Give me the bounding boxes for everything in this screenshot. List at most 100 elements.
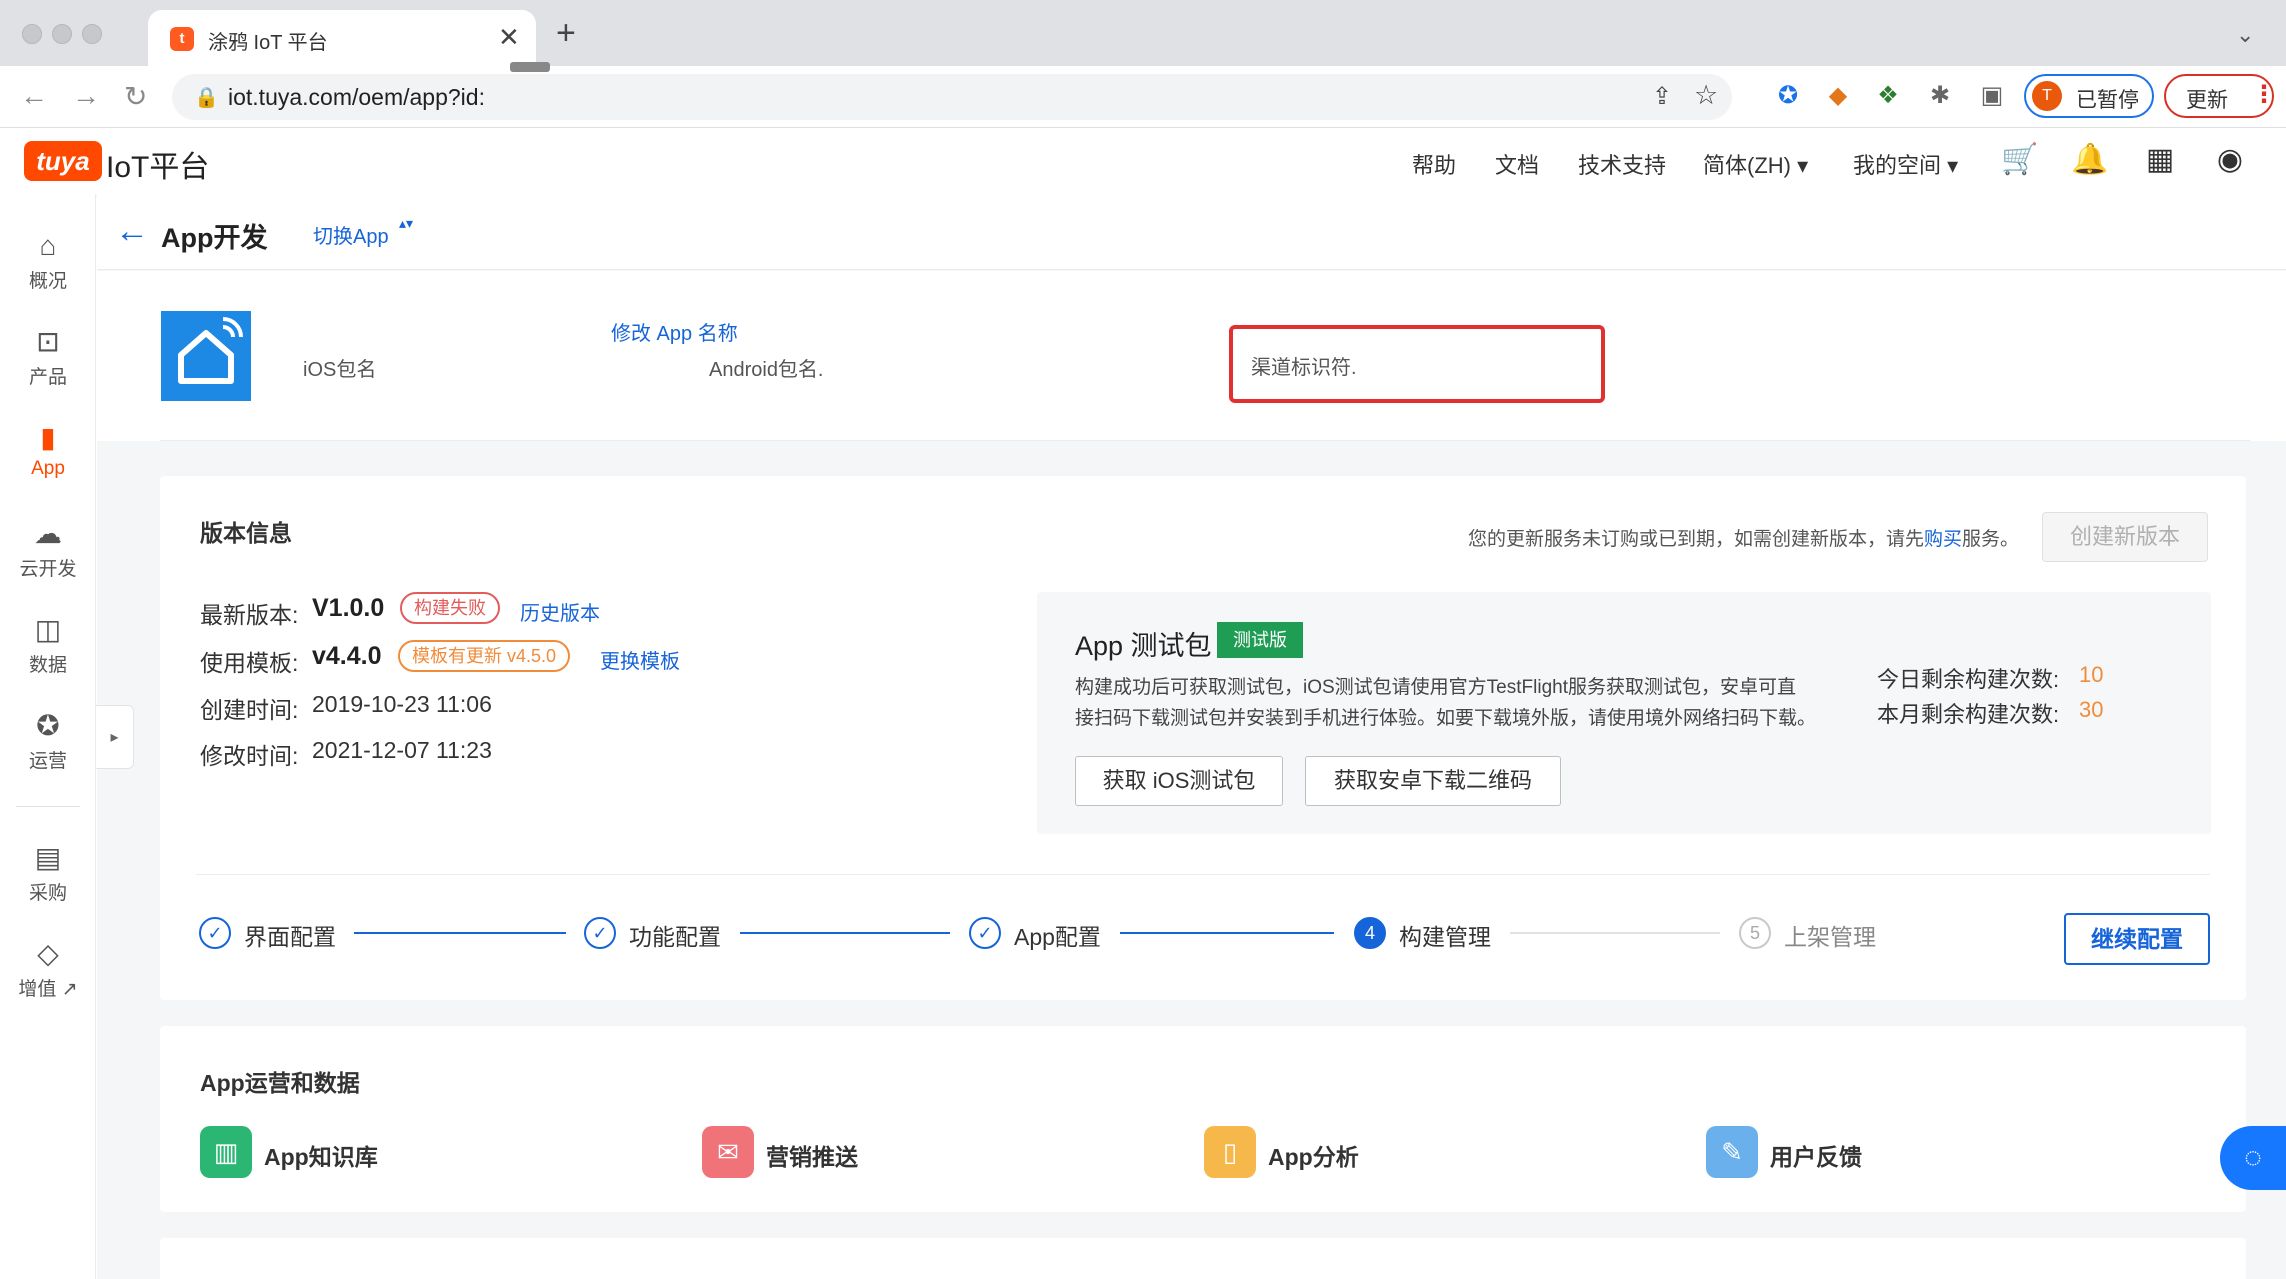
metamask-fox-icon[interactable]: ◆ [1822,80,1854,112]
browser-toolbar: ← → ↻ 🔒 iot.tuya.com/oem/app?id: ⇪ ☆ ✪ ◆… [0,66,2286,128]
tool-app-analytics[interactable]: ▯ App分析 [1204,1126,1484,1186]
create-version-button[interactable]: 创建新版本 [2042,512,2208,562]
operations-section-title: App运营和数据 [200,1070,360,1096]
page-title: App开发 [161,223,268,253]
template-label: 使用模板: [200,650,299,676]
browser-menu-icon[interactable]: ⋮ [2252,80,2276,109]
page-titlebar: ← App开发 切换App ▴▾ [97,194,2286,270]
side-panel-icon[interactable]: ▣ [1976,80,2008,112]
history-versions-link[interactable]: 历史版本 [520,597,600,626]
sidebar-item-cloud-dev[interactable]: ☁ 云开发 [0,516,96,606]
sidebar-item-label: 云开发 [19,559,77,580]
step-pending-number-icon[interactable]: 5 [1739,917,1771,949]
switch-app-button[interactable]: 切换App [313,220,389,249]
address-bar[interactable]: 🔒 iot.tuya.com/oem/app?id: ⇪ ☆ [172,74,1732,120]
sidebar-item-product[interactable]: ⊡ 产品 [0,324,96,414]
step-ui-config[interactable]: 界面配置 [244,918,336,952]
sidebar-expand-icon[interactable]: ▸ [96,705,134,769]
tab-close-icon[interactable]: ✕ [498,22,520,53]
step-connector [354,932,566,934]
apps-grid-icon[interactable]: ▦ [2140,140,2180,180]
window-zoom-dot[interactable] [82,24,102,44]
step-feature-config[interactable]: 功能配置 [629,918,721,952]
purchase-link[interactable]: 购买 [1924,529,1962,550]
nav-my-space-dropdown[interactable]: 我的空间 ▾ [1853,148,1958,180]
test-package-title: App 测试包 [1075,631,1212,661]
test-package-panel: App 测试包 测试版 构建成功后可获取测试包，iOS测试包请使用官方TestF… [1037,592,2211,834]
window-close-dot[interactable] [22,24,42,44]
nav-docs[interactable]: 文档 [1495,148,1539,180]
step-current-number-icon[interactable]: 4 [1354,917,1386,949]
chat-support-icon[interactable]: ◌ [2220,1126,2286,1190]
app-info-card: iOS包名 修改 App 名称 Android包名. 渠道标识符. [97,271,2286,441]
rename-app-link[interactable]: 修改 App 名称 [611,317,738,346]
browser-tab[interactable]: t 涂鸦 IoT 平台 ✕ [148,10,536,66]
monthly-builds-label: 本月剩余构建次数: [1877,702,2060,727]
sidebar-item-value-added[interactable]: ◇ 增值 ↗ [0,936,96,1026]
step-build-management[interactable]: 构建管理 [1399,918,1491,952]
book-icon: ▥ [200,1126,252,1178]
new-tab-icon[interactable]: + [556,16,576,50]
daily-builds-label: 今日剩余构建次数: [1877,667,2060,692]
url-text[interactable]: iot.tuya.com/oem/app?id: [228,84,485,111]
nav-help[interactable]: 帮助 [1412,148,1456,180]
tool-knowledge-base[interactable]: ▥ App知识库 [200,1126,480,1186]
extensions-puzzle-icon[interactable]: ✱ [1924,80,1956,112]
back-arrow-icon[interactable]: ← [115,212,149,251]
tool-marketing-push[interactable]: ✉ 营销推送 [702,1126,982,1186]
bookmark-star-icon[interactable]: ☆ [1694,80,1718,111]
store-icon: ▤ [34,842,62,873]
get-ios-test-package-button[interactable]: 获取 iOS测试包 [1075,756,1283,806]
sidebar-item-app[interactable]: ▮ App [0,420,96,510]
sidebar-item-label: App [31,458,65,479]
sidebar-item-label: 增值 ↗ [18,979,78,1000]
share-icon[interactable]: ⇪ [1652,82,1672,111]
sidebar-item-operations[interactable]: ✪ 运营 [0,708,96,798]
tab-search-chevron-icon[interactable]: ⌄ [2236,22,2254,48]
tuya-logo[interactable]: tuya [24,141,102,181]
extension-blue-icon[interactable]: ✪ [1772,80,1804,112]
user-icon[interactable]: ◉ [2210,140,2250,180]
update-label: 更新 [2186,89,2228,112]
step-connector [1120,932,1334,934]
step-done-check-icon[interactable]: ✓ [584,917,616,949]
test-version-badge: 测试版 [1217,622,1303,658]
bell-icon[interactable]: 🔔 [2070,140,2110,180]
tool-label: App分析 [1268,1144,1359,1170]
sidebar-item-overview[interactable]: ⌂ 概况 [0,228,96,318]
lock-icon[interactable]: 🔒 [194,85,219,110]
modified-time-label: 修改时间: [200,743,299,769]
sidebar-item-label: 采购 [28,883,67,904]
window-minimize-dot[interactable] [52,24,72,44]
profile-paused-button[interactable]: T 已暂停 [2024,74,2154,118]
change-template-link[interactable]: 更换模板 [600,645,680,674]
step-done-check-icon[interactable]: ✓ [199,917,231,949]
app-header: tuya IoT平台 帮助 文档 技术支持 简体(ZH) ▾ 我的空间 ▾ 🛒 … [0,128,2286,194]
ios-bundle-label: iOS包名 [303,359,377,381]
cart-icon[interactable]: 🛒 [2000,140,2040,180]
sidebar-item-data[interactable]: ◫ 数据 [0,612,96,702]
template-value: v4.4.0 [312,642,382,670]
sort-caret-icon[interactable]: ▴▾ [399,216,413,230]
extension-leaf-icon[interactable]: ❖ [1872,80,1904,112]
step-app-config[interactable]: App配置 [1014,918,1101,952]
forward-icon[interactable]: → [72,80,100,112]
nav-language-dropdown[interactable]: 简体(ZH) ▾ [1703,148,1808,180]
step-done-check-icon[interactable]: ✓ [969,917,1001,949]
tool-label: App知识库 [264,1144,378,1170]
sidebar-item-label: 数据 [28,655,67,676]
tool-label: 营销推送 [766,1144,858,1170]
browser-update-button[interactable]: 更新 ⋮ [2164,74,2276,118]
tool-label: 用户反馈 [1770,1144,1862,1170]
tool-user-feedback[interactable]: ✎ 用户反馈 [1706,1126,1986,1186]
terminal-icon: ⊡ [36,326,60,357]
back-icon[interactable]: ← [20,80,48,112]
renewal-notice: 您的更新服务未订购或已到期，如需创建新版本，请先购买服务。 [1468,524,2019,551]
reload-icon[interactable]: ↻ [124,80,147,113]
sidebar-item-purchase[interactable]: ▤ 采购 [0,840,96,930]
continue-config-button[interactable]: 继续配置 [2064,913,2210,965]
get-android-qr-button[interactable]: 获取安卓下载二维码 [1305,756,1561,806]
step-listing-management[interactable]: 上架管理 [1784,918,1876,952]
latest-version-value: V1.0.0 [312,594,385,622]
nav-tech-support[interactable]: 技术支持 [1578,148,1666,180]
